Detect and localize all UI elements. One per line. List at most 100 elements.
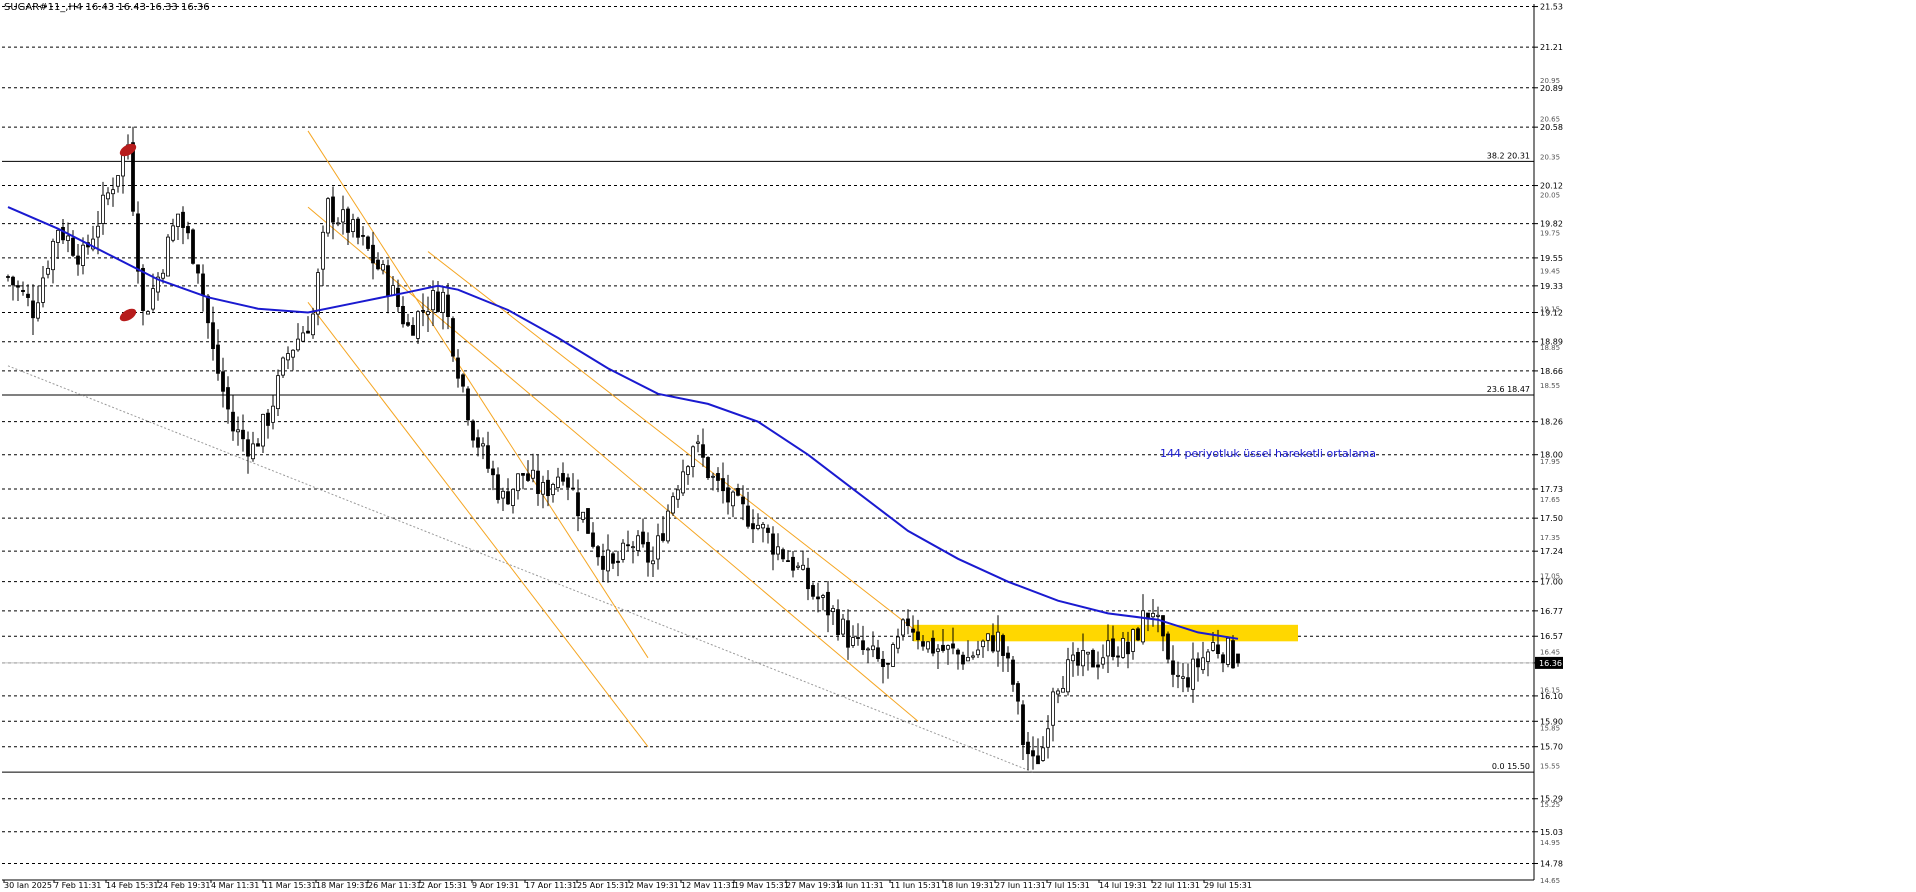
candle-body	[1036, 755, 1040, 765]
candle-body	[301, 332, 305, 342]
candle-body	[701, 444, 705, 458]
candle-body	[746, 505, 750, 527]
candle-body	[181, 211, 185, 228]
candle-body	[1166, 633, 1170, 660]
candle-body	[696, 441, 700, 444]
candle-body	[16, 285, 20, 288]
candle-body	[1011, 659, 1015, 685]
candle-body	[496, 474, 500, 500]
candle-body	[176, 213, 180, 227]
candle-body	[251, 443, 255, 460]
candle-body	[76, 255, 80, 265]
candle-body	[216, 344, 220, 374]
candle-body	[211, 322, 215, 350]
time-label: 18 Mar 19:31	[316, 881, 369, 888]
candle-body	[731, 491, 735, 507]
candle-body	[1221, 654, 1225, 664]
candle-body	[816, 596, 820, 600]
candle-body	[501, 490, 505, 499]
candle-body	[416, 311, 420, 339]
candle-body	[866, 648, 870, 651]
price-minor-label: 17.35	[1540, 534, 1560, 542]
time-label: 2 Apr 15:31	[420, 881, 467, 888]
candle-body	[1141, 610, 1145, 643]
candle-body	[881, 658, 885, 668]
candle-body	[431, 290, 435, 311]
time-label: 30 Jan 2025	[4, 881, 52, 888]
candle-body	[521, 473, 525, 476]
time-label: 12 May 11:31	[681, 881, 736, 888]
fib-label: 23.6 18.47	[1487, 385, 1530, 394]
candle-body	[791, 556, 795, 571]
price-minor-label: 16.15	[1540, 687, 1560, 695]
candle-body	[111, 189, 115, 195]
candle-body	[626, 544, 630, 547]
price-minor-label: 19.15	[1540, 306, 1560, 314]
candle-body	[166, 236, 170, 277]
candle-body	[241, 429, 245, 440]
candle-body	[1086, 651, 1090, 655]
candle-body	[586, 508, 590, 534]
price-label: 21.21	[1540, 43, 1563, 52]
candle-body	[931, 637, 935, 654]
candle-body	[936, 648, 940, 652]
candle-body	[741, 496, 745, 505]
chart-root[interactable]: 38.2 20.31 23.6 18.47 0.0 15.50 21.53 21.21…	[0, 0, 1916, 890]
price-label: 19.55	[1540, 254, 1563, 263]
candle-body	[96, 225, 100, 238]
price-chart[interactable]: 38.2 20.31 23.6 18.47 0.0 15.50 21.53 21.21…	[0, 0, 1916, 890]
candle-body	[591, 532, 595, 547]
candle-body	[771, 533, 775, 555]
candle-body	[206, 295, 210, 324]
candle-body	[1176, 674, 1180, 677]
time-label: 17 Apr 11:31	[525, 881, 577, 888]
candle-body	[951, 643, 955, 649]
candle-body	[581, 511, 585, 520]
candle-body	[836, 609, 840, 636]
candle-body	[226, 387, 230, 410]
candle-body	[1231, 640, 1235, 669]
candle-body	[861, 640, 865, 651]
candle-body	[11, 276, 15, 286]
candle-body	[446, 294, 450, 318]
candle-body	[1106, 640, 1110, 657]
candle-body	[401, 305, 405, 325]
candle-body	[266, 412, 270, 426]
candle-body	[471, 420, 475, 441]
candle-body	[21, 289, 25, 293]
candle-body	[831, 608, 835, 613]
time-label: 14 Jul 19:31	[1099, 881, 1147, 888]
candle-body	[81, 244, 85, 266]
candle-body	[326, 198, 330, 234]
candle-body	[451, 318, 455, 357]
candle-body	[421, 310, 425, 312]
candle-body	[871, 645, 875, 651]
candle-body	[1101, 657, 1105, 665]
candle-body	[856, 637, 860, 639]
candle-body	[411, 325, 415, 336]
candle-body	[646, 541, 650, 563]
candle-body	[41, 277, 45, 303]
price-label: 16.57	[1540, 632, 1563, 641]
price-minor-label: 20.35	[1540, 153, 1560, 161]
price-label: 15.03	[1540, 828, 1563, 837]
candle-body	[986, 633, 990, 641]
time-label: 4 Jun 11:31	[838, 881, 884, 888]
candle-body	[381, 264, 385, 271]
candle-body	[246, 439, 250, 457]
candle-body	[736, 488, 740, 496]
candle-body	[676, 489, 680, 500]
price-minor-label: 15.55	[1540, 763, 1560, 771]
candle-body	[1156, 614, 1160, 617]
candle-body	[481, 443, 485, 447]
candle-body	[776, 546, 780, 555]
candle-body	[966, 657, 970, 662]
candle-body	[911, 628, 915, 633]
candle-body	[296, 338, 300, 351]
time-label: 19 May 15:31	[734, 881, 789, 888]
symbol-header: SUGAR#11_,H4 16.43 16.43 16.33 16.36	[4, 2, 210, 13]
candle-body	[1026, 741, 1030, 755]
candle-body	[906, 618, 910, 627]
candle-body	[291, 349, 295, 358]
candle-body	[1001, 635, 1005, 656]
